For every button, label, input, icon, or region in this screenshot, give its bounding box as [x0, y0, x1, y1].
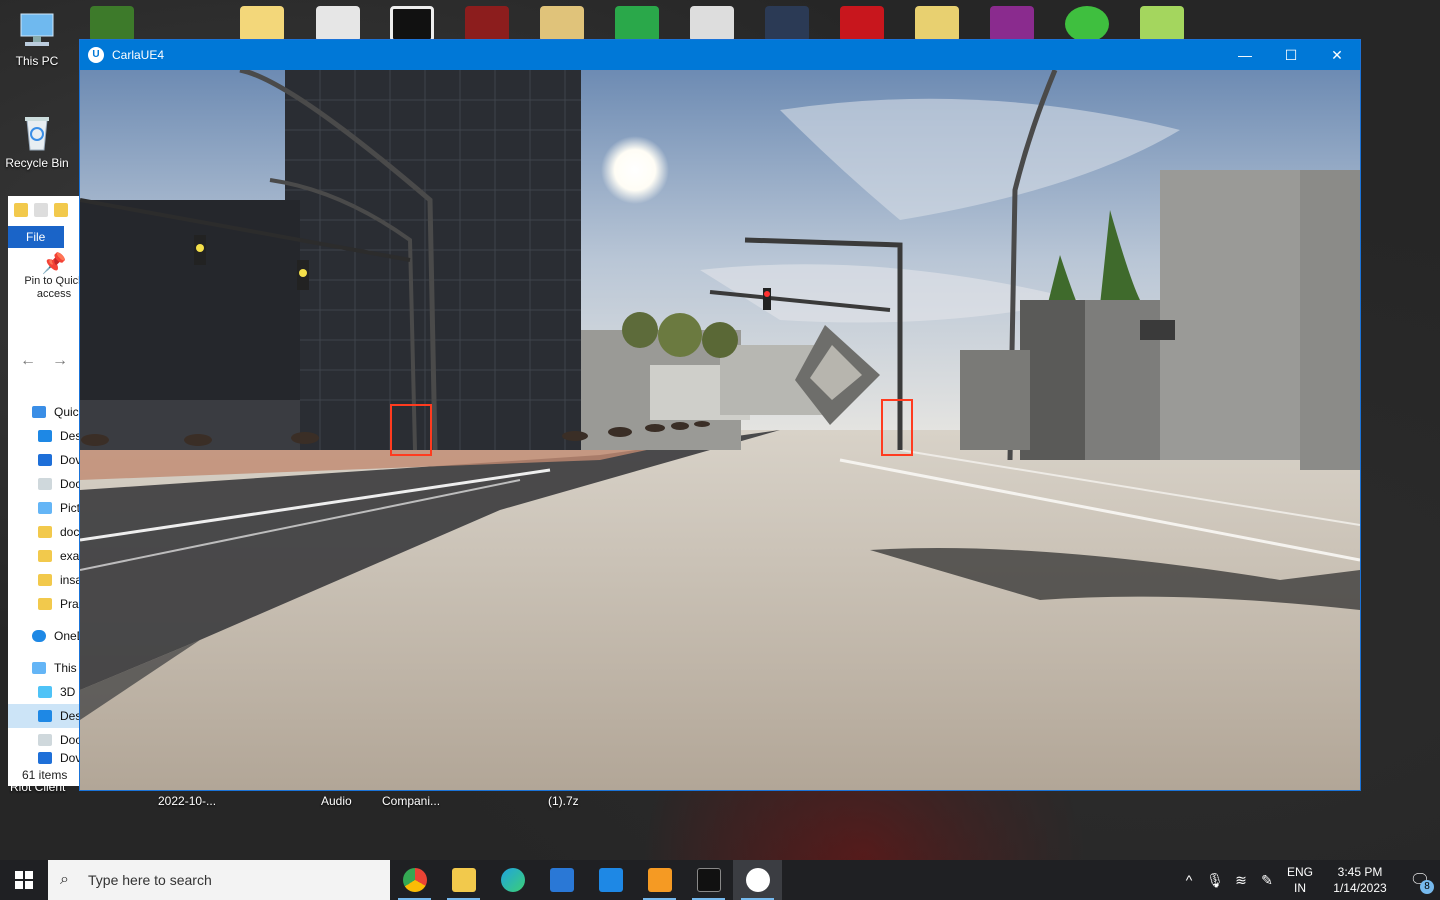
davinci-resolve-icon[interactable]: [765, 6, 809, 42]
window-title: CarlaUE4: [112, 48, 165, 62]
recycle-bin-icon: [15, 110, 59, 154]
folder-icon: [38, 574, 52, 586]
file-explorer-icon: [451, 868, 476, 892]
unreal-engine-icon: [745, 868, 770, 892]
cube-app-icon[interactable]: [1140, 6, 1184, 42]
clover-app-icon[interactable]: [615, 6, 659, 42]
star-icon: [32, 406, 46, 418]
file-icon[interactable]: [915, 6, 959, 42]
cube-icon: [38, 686, 52, 698]
windows-logo-icon: [15, 871, 33, 889]
taskbar-app-store[interactable]: [586, 860, 635, 900]
game-shield-icon[interactable]: [465, 6, 509, 42]
desktop-icon: [38, 430, 52, 442]
desktop-icon-this-pc[interactable]: This PC: [0, 8, 74, 68]
search-placeholder: Type here to search: [88, 872, 212, 888]
desktop-label[interactable]: Audio: [321, 794, 352, 808]
simulation-viewport[interactable]: [80, 70, 1360, 790]
close-button[interactable]: ✕: [1314, 40, 1360, 70]
acrobat-icon[interactable]: [840, 6, 884, 42]
desktop-label[interactable]: Compani...: [382, 794, 440, 808]
taskbar-app-chrome[interactable]: [390, 860, 439, 900]
mail-icon: [549, 868, 574, 892]
taskbar-app-edge[interactable]: [488, 860, 537, 900]
taskbar-app-sublime-text[interactable]: [635, 860, 684, 900]
desktop-icon-recycle-bin[interactable]: Recycle Bin: [0, 110, 74, 170]
folder-icon: [38, 526, 52, 538]
taskbar: ⌕ Type here to search ^ 🎙 ≋ ✎ ENG IN 3:4…: [0, 860, 1440, 900]
minecraft-icon[interactable]: [90, 6, 134, 42]
nav-arrows[interactable]: ←→: [20, 352, 84, 370]
notification-center-button[interactable]: 🗨 8: [1400, 870, 1440, 894]
taskbar-app-file-explorer[interactable]: [439, 860, 488, 900]
system-tray: ^ 🎙 ≋ ✎ ENG IN 3:45 PM 1/14/2023 🗨 8: [1176, 860, 1440, 900]
folder-icon[interactable]: [240, 6, 284, 42]
pin-label: Pin to Quick access: [24, 275, 84, 300]
folder-icon: [14, 203, 28, 217]
desktop-icon-label: Recycle Bin: [5, 156, 69, 170]
status-bar-item-count: 61 items: [22, 768, 68, 782]
taskbar-app-unreal-engine[interactable]: [733, 860, 782, 900]
edge-icon: [500, 868, 525, 892]
maximize-button[interactable]: ☐: [1268, 40, 1314, 70]
folder-stack-icon[interactable]: [540, 6, 584, 42]
notification-badge: 8: [1420, 880, 1434, 894]
taskbar-search-box[interactable]: ⌕ Type here to search: [48, 860, 390, 900]
chevron-up-icon[interactable]: ^: [1176, 872, 1202, 888]
download-icon: [38, 454, 52, 466]
document-icon: [38, 734, 52, 746]
carla-window[interactable]: U CarlaUE4 — ☐ ✕: [79, 39, 1361, 791]
language-indicator[interactable]: ENG IN: [1280, 864, 1320, 896]
clock-date: 1/14/2023: [1333, 881, 1387, 895]
desktop-label[interactable]: 2022-10-...: [158, 794, 216, 808]
terminal-icon: [696, 868, 721, 892]
this-pc-icon: [15, 8, 59, 52]
desktop-label[interactable]: (1).7z: [548, 794, 579, 808]
pen-icon[interactable]: ✎: [1254, 872, 1280, 889]
store-icon: [598, 868, 623, 892]
taskbar-app-terminal[interactable]: [684, 860, 733, 900]
desktop-icon-label: This PC: [15, 54, 59, 68]
picture-icon: [38, 502, 52, 514]
folder-icon: [38, 550, 52, 562]
chrome-icon: [402, 868, 427, 892]
folder-icon: [38, 598, 52, 610]
document-icon[interactable]: [316, 6, 360, 42]
city-scene: [80, 70, 1360, 790]
unreal-logo-icon: U: [88, 47, 104, 63]
computer-icon: [32, 662, 46, 674]
properties-icon[interactable]: [34, 203, 48, 217]
title-bar[interactable]: U CarlaUE4 — ☐ ✕: [80, 40, 1360, 70]
microphone-icon[interactable]: 🎙: [1202, 872, 1228, 889]
search-icon: ⌕: [60, 871, 69, 888]
desktop-icon: [38, 710, 52, 722]
app-icon[interactable]: [390, 6, 434, 42]
taskbar-app-mail[interactable]: [537, 860, 586, 900]
clock-time: 3:45 PM: [1337, 865, 1383, 879]
document-icon: [38, 478, 52, 490]
wifi-icon[interactable]: ≋: [1228, 872, 1254, 889]
cloud-icon: [32, 630, 46, 642]
download-icon: [38, 752, 52, 764]
sublime-text-icon: [647, 868, 672, 892]
green-circle-app-icon[interactable]: [1065, 6, 1109, 42]
clock[interactable]: 3:45 PM 1/14/2023: [1320, 864, 1400, 896]
file-tab[interactable]: File: [8, 226, 64, 248]
start-button[interactable]: [0, 860, 48, 900]
new-folder-icon[interactable]: [54, 203, 68, 217]
settings-file-icon[interactable]: [690, 6, 734, 42]
minimize-button[interactable]: —: [1222, 40, 1268, 70]
winrar-icon[interactable]: [990, 6, 1034, 42]
